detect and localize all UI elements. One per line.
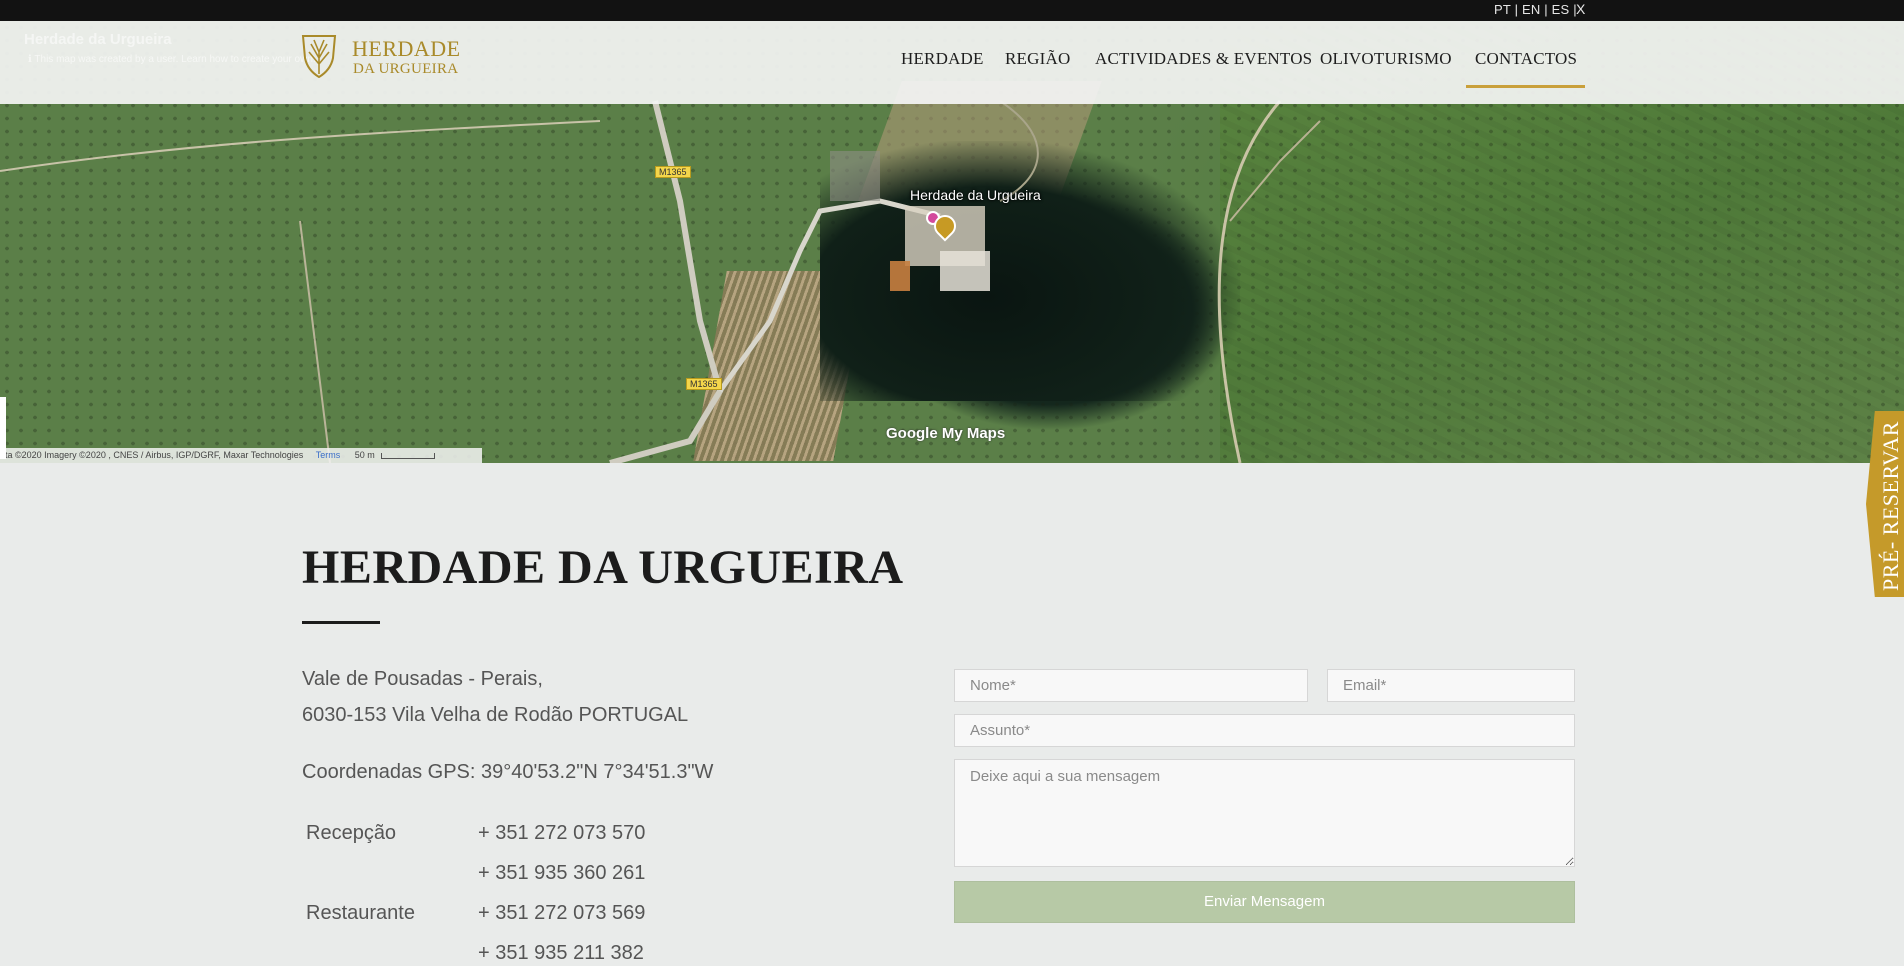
restaurant-phone-1[interactable]: + 351 272 073 569: [478, 902, 645, 925]
google-my-maps-logo: Google My Maps: [886, 425, 1006, 442]
lang-es[interactable]: ES: [1552, 2, 1570, 17]
map-scale: 50 m: [354, 450, 375, 460]
map-attribution: ata ©2020 Imagery ©2020 , CNES / Airbus,…: [0, 448, 482, 463]
lang-en[interactable]: EN: [1522, 2, 1540, 17]
language-switcher: PT | EN | ES |: [1494, 2, 1577, 17]
email-input[interactable]: [1327, 669, 1575, 702]
send-message-button[interactable]: Enviar Mensagem: [954, 881, 1575, 923]
close-language-bar-button[interactable]: X: [1576, 1, 1585, 17]
subject-input[interactable]: [954, 714, 1575, 747]
nav-item-actividades-eventos[interactable]: ACTIVIDADES & EVENTOS: [1095, 49, 1312, 69]
scale-bar-icon: [381, 452, 436, 459]
lang-pt[interactable]: PT: [1494, 2, 1511, 17]
map-terms-link[interactable]: Terms: [316, 450, 341, 460]
restaurant-label: Restaurante: [306, 902, 415, 924]
language-bar: PT | EN | ES | X: [0, 0, 1904, 21]
road-label: M1365: [686, 378, 722, 390]
reception-phone-1[interactable]: + 351 272 073 570: [478, 822, 645, 845]
reception-phone-2[interactable]: + 351 935 360 261: [478, 862, 645, 885]
reception-label: Recepção: [306, 822, 397, 844]
nav-item-herdade[interactable]: HERDADE: [901, 49, 984, 69]
road-label: M1365: [655, 166, 691, 178]
message-textarea[interactable]: [954, 759, 1575, 867]
main-navigation: HERDADE REGIÃO ACTIVIDADES & EVENTOS OLI…: [0, 49, 1904, 89]
address-line-2: 6030-153 Vila Velha de Rodão PORTUGAL: [302, 704, 689, 726]
map-place-label: Herdade da Urgueira: [910, 187, 1041, 203]
title-underline: [302, 621, 380, 624]
map-title[interactable]: Herdade da Urgueira: [24, 31, 172, 48]
page-title: HERDADE DA URGUEIRA: [302, 541, 904, 594]
nav-item-olivoturismo[interactable]: OLIVOTURISMO: [1320, 49, 1452, 69]
map-side-handle[interactable]: [0, 397, 6, 459]
nav-item-regiao[interactable]: REGIÃO: [1005, 49, 1070, 69]
pre-reserve-label: PRÉ- RESERVAR: [1878, 421, 1903, 591]
lang-separator: |: [1544, 2, 1548, 17]
nav-item-contactos[interactable]: CONTACTOS: [1475, 49, 1577, 69]
restaurant-phone-2[interactable]: + 351 935 211 382: [478, 942, 644, 965]
address-line-1: Vale de Pousadas - Perais,: [302, 668, 543, 690]
gps-coordinates: Coordenadas GPS: 39°40'53.2"N 7°34'51.3"…: [302, 761, 714, 783]
lang-separator: |: [1514, 2, 1519, 17]
nav-active-indicator: [1466, 85, 1585, 88]
name-input[interactable]: [954, 669, 1308, 702]
